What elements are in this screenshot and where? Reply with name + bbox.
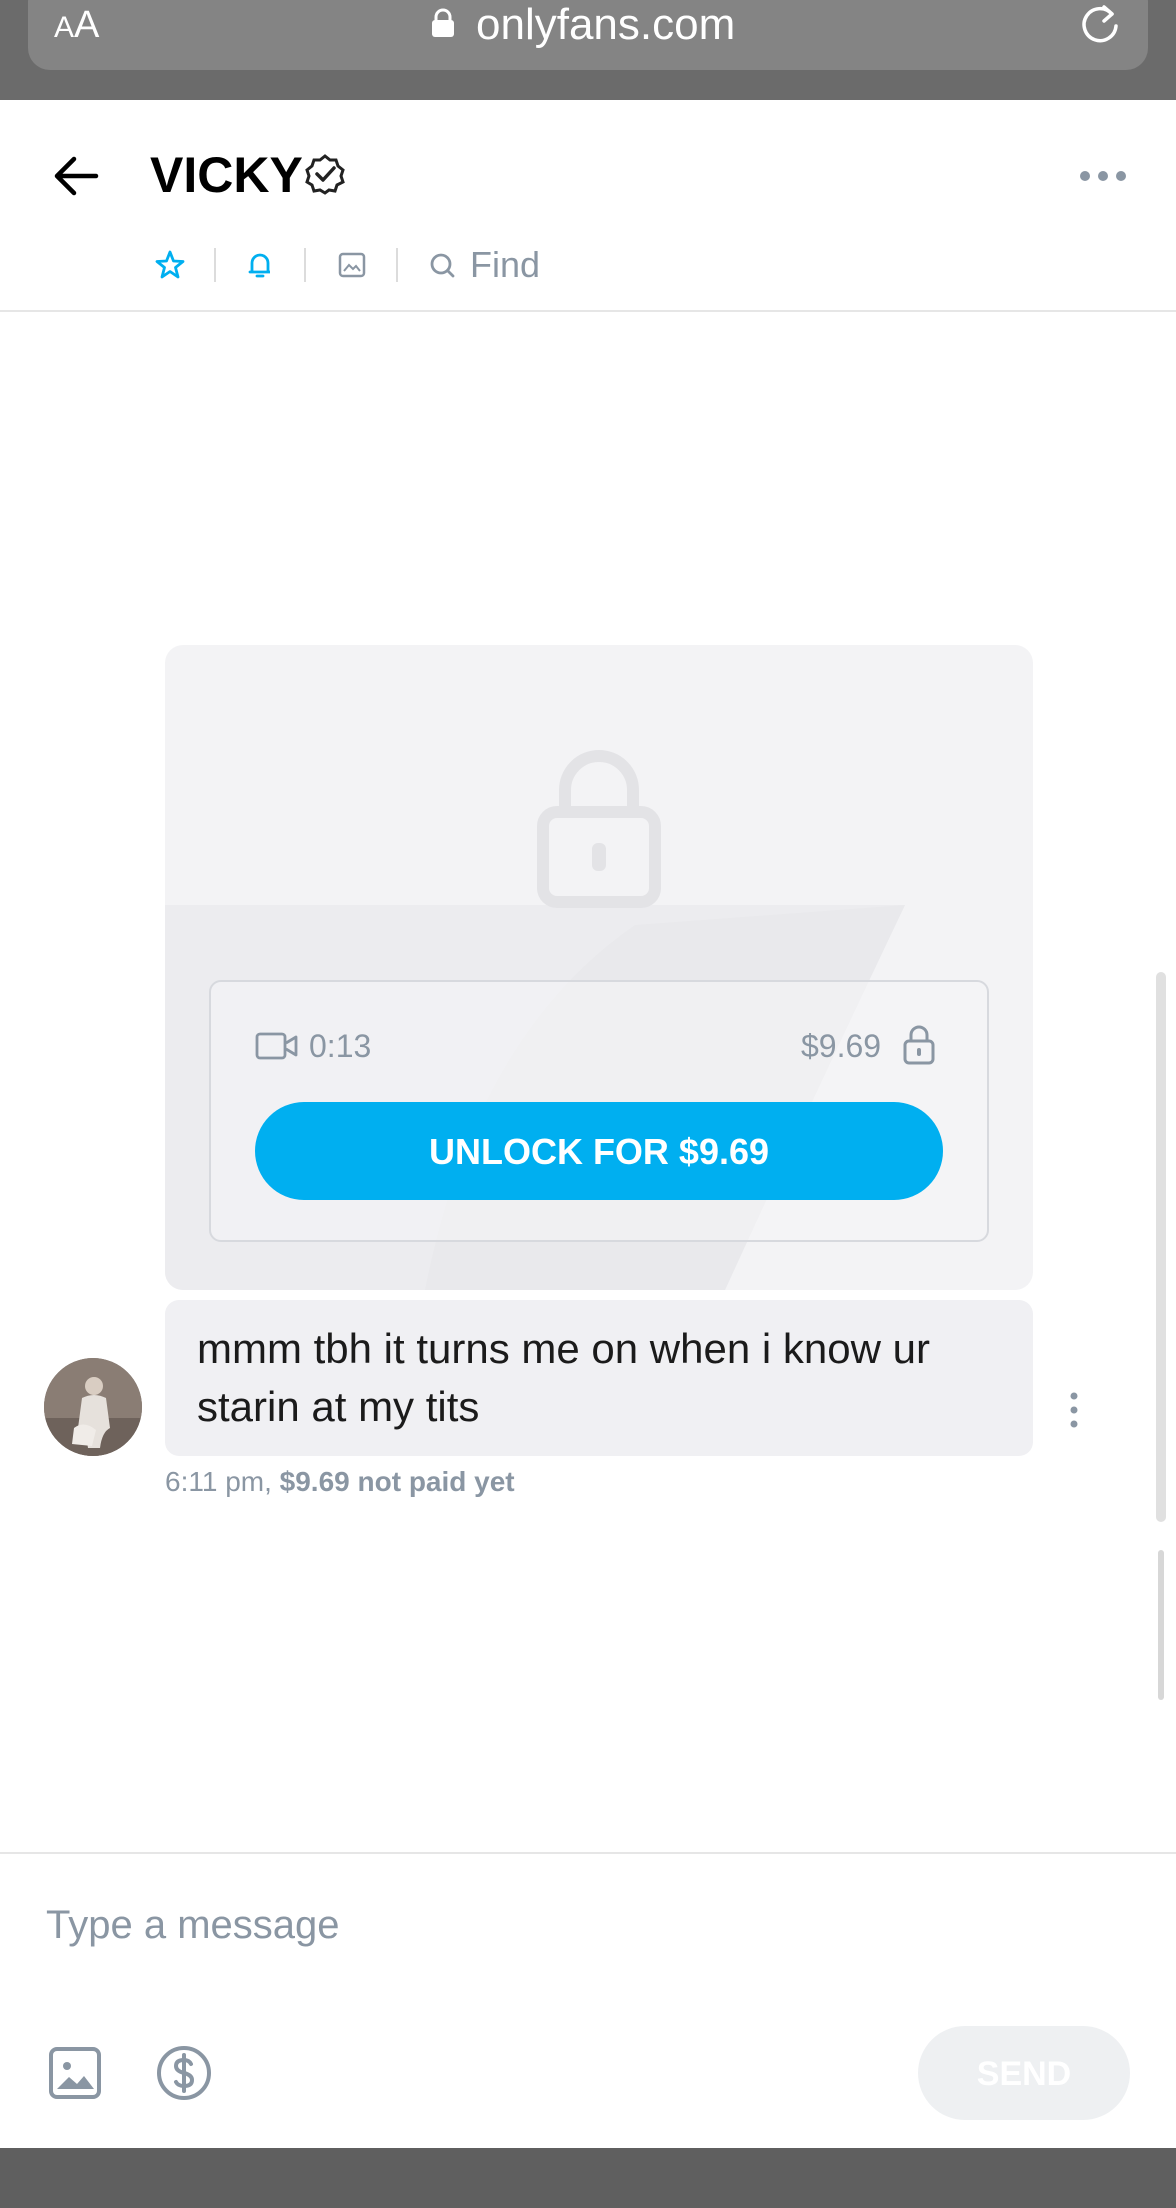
scrollbar[interactable] — [1156, 972, 1166, 1522]
dollar-coin-icon[interactable] — [155, 2044, 213, 2102]
url-text: onlyfans.com — [476, 0, 736, 49]
locked-media-card: 0:13 $9.69 UNLOCK FOR $9.69 — [165, 645, 1033, 1290]
image-icon[interactable] — [336, 240, 368, 290]
lock-icon — [432, 8, 454, 37]
message-meta: 6:11 pm, $9.69 not paid yet — [165, 1464, 515, 1500]
chat-title: VICKY — [150, 147, 303, 203]
more-dots-icon[interactable] — [1078, 162, 1128, 190]
message-bubble[interactable]: mmm tbh it turns me on when i know ur st… — [165, 1300, 1033, 1456]
back-arrow-icon[interactable] — [50, 150, 102, 202]
payment-status: $9.69 not paid yet — [279, 1466, 515, 1497]
video-duration: 0:13 — [309, 1028, 372, 1064]
star-icon[interactable] — [154, 240, 186, 290]
text-size-button[interactable]: AA — [54, 0, 99, 50]
composer-divider — [0, 1852, 1176, 1854]
toolbar-divider — [214, 248, 216, 282]
send-button[interactable]: SEND — [918, 2026, 1130, 2120]
reload-icon[interactable] — [1078, 2, 1124, 48]
browser-bottom-toolbar — [0, 2148, 1176, 2208]
toolbar-divider — [304, 248, 306, 282]
message-time: 6:11 pm, — [165, 1466, 272, 1497]
unlock-button[interactable]: UNLOCK FOR $9.69 — [255, 1102, 943, 1200]
avatar[interactable] — [44, 1358, 142, 1456]
media-info-box: 0:13 $9.69 UNLOCK FOR $9.69 — [209, 980, 989, 1242]
browser-address-bar: AA onlyfans.com — [0, 0, 1176, 100]
message-text: mmm tbh it turns me on when i know ur st… — [197, 1325, 930, 1430]
bell-icon[interactable] — [244, 240, 276, 290]
media-price: $9.69 — [801, 1028, 882, 1064]
message-input[interactable] — [46, 1895, 846, 1955]
find-button-label[interactable]: Find — [470, 240, 540, 290]
search-icon[interactable] — [426, 240, 458, 290]
text-size-large-label: A — [74, 4, 100, 46]
image-icon[interactable] — [48, 2046, 102, 2100]
vertical-dots-icon[interactable] — [1066, 1390, 1082, 1430]
video-camera-icon — [255, 1032, 298, 1060]
text-size-small-label: A — [54, 11, 75, 44]
scrollbar-track-fragment — [1158, 1550, 1164, 1700]
toolbar-divider — [396, 248, 398, 282]
padlock-icon — [537, 750, 661, 908]
padlock-icon — [903, 1025, 935, 1065]
header-divider — [0, 310, 1176, 312]
verified-badge-icon — [305, 154, 345, 195]
avatar-image — [44, 1358, 142, 1456]
